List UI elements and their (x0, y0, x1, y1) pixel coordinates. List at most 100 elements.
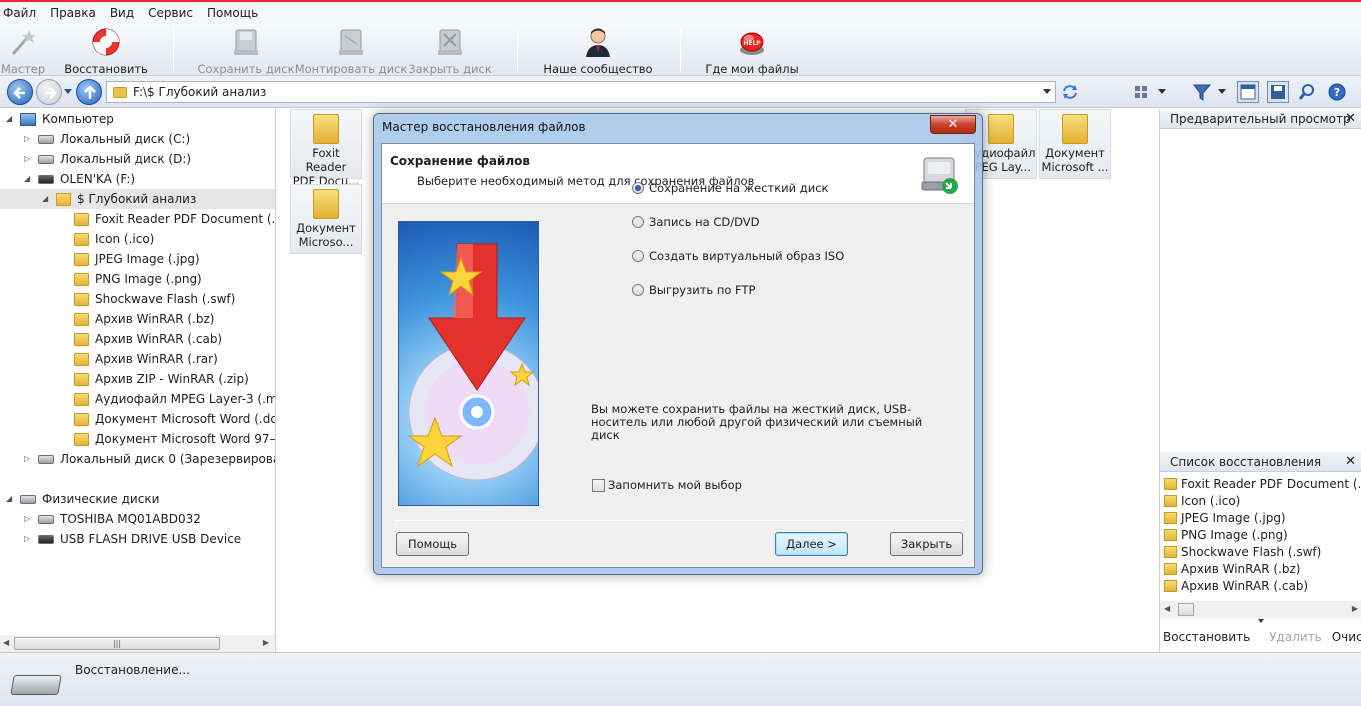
scroll-right-icon[interactable]: ▶ (1352, 604, 1358, 613)
scroll-right-icon[interactable]: ▶ (263, 638, 269, 647)
list-item[interactable]: PNG Image (.png) (1164, 526, 1288, 543)
panel-toggle-icon[interactable] (1237, 81, 1259, 103)
tree-folder[interactable]: Архив ZIP - WinRAR (.zip) (74, 369, 249, 389)
chevron-down-icon[interactable] (1258, 619, 1264, 623)
restore-button[interactable]: Восстановить (64, 24, 148, 76)
delete-link[interactable]: Удалить (1269, 630, 1322, 644)
remember-choice[interactable]: Запомнить мой выбор (592, 478, 742, 492)
drive-icon (38, 134, 54, 144)
tree-folder[interactable]: JPEG Image (.jpg) (74, 249, 200, 269)
save-icon[interactable] (1267, 81, 1289, 103)
menu-service[interactable]: Сервис (144, 6, 197, 20)
scrollbar-thumb[interactable]: ||| (14, 637, 220, 650)
save-disk-button[interactable]: Сохранить диск (197, 24, 295, 76)
address-input[interactable]: F:\$ Глубокий анализ (106, 81, 1056, 103)
restore-link[interactable]: Восстановить (1163, 630, 1250, 644)
option-cd-dvd[interactable]: Запись на CD/DVD (632, 214, 760, 230)
file-tile[interactable]: Документ Microsoft ... (1039, 109, 1111, 179)
tree-folder[interactable]: Архив WinRAR (.rar) (74, 349, 218, 369)
menu-view[interactable]: Вид (106, 6, 138, 20)
search-icon[interactable] (1297, 82, 1317, 102)
menu-file[interactable]: Файл (0, 6, 40, 20)
expand-arrow-icon[interactable]: ▷ (24, 135, 32, 143)
collapse-arrow-icon[interactable]: ◢ (6, 495, 14, 503)
list-item[interactable]: Архив WinRAR (.cab) (1164, 577, 1308, 594)
address-path: F:\$ Глубокий анализ (133, 85, 267, 99)
filter-dropdown-icon[interactable] (1218, 89, 1226, 94)
tree-node-computer[interactable]: ◢ Компьютер (6, 109, 114, 129)
tree-folder[interactable]: Документ Microsoft Word 97–200 (74, 429, 275, 449)
expand-arrow-icon[interactable]: ▷ (24, 455, 32, 463)
close-disk-button[interactable]: Закрыть диск (408, 24, 492, 76)
tree-folder[interactable]: Icon (.ico) (74, 229, 154, 249)
tree-node-toshiba[interactable]: ▷ TOSHIBA MQ01ABD032 (24, 509, 201, 529)
folder-icon (74, 292, 89, 306)
mount-disk-button[interactable]: Монтировать диск (295, 24, 407, 76)
wizard-button[interactable]: Мастер (1, 24, 45, 76)
tree-node-local-d[interactable]: ▷ Локальный диск (D:) (24, 149, 191, 169)
list-item[interactable]: JPEG Image (.jpg) (1164, 509, 1286, 526)
scrollbar-thumb[interactable] (1178, 603, 1194, 616)
option-hard-disk[interactable]: Сохранение на жесткий диск (632, 180, 828, 196)
checkbox[interactable] (592, 478, 605, 492)
menu-edit[interactable]: Правка (46, 6, 100, 20)
expand-arrow-icon[interactable]: ▷ (24, 535, 32, 543)
recovery-list-scrollbar[interactable]: ◀ ▶ (1160, 601, 1361, 618)
tree-node-deep-analysis[interactable]: ◢ $ Глубокий анализ (0, 189, 275, 209)
expand-arrow-icon[interactable]: ▷ (24, 155, 32, 163)
tree-node-local-c[interactable]: ▷ Локальный диск (C:) (24, 129, 190, 149)
view-mode-icon[interactable] (1132, 82, 1152, 102)
chevron-down-icon[interactable] (1043, 89, 1051, 94)
collapse-arrow-icon[interactable]: ◢ (42, 195, 50, 203)
radio-button[interactable] (632, 284, 644, 296)
dialog-close-button[interactable]: ✕ (930, 115, 976, 134)
collapse-arrow-icon[interactable]: ◢ (6, 115, 14, 123)
help-icon[interactable]: ? (1327, 82, 1347, 102)
list-item[interactable]: Архив WinRAR (.bz) (1164, 560, 1300, 577)
collapse-arrow-icon[interactable]: ◢ (24, 175, 32, 183)
option-iso[interactable]: Создать виртуальный образ ISO (632, 248, 844, 264)
tree-folder[interactable]: Аудиофайл MPEG Layer-3 (.mp3) (74, 389, 275, 409)
radio-button[interactable] (632, 182, 644, 194)
tree-folder[interactable]: Архив WinRAR (.bz) (74, 309, 214, 329)
expand-arrow-icon[interactable]: ▷ (24, 515, 32, 523)
community-button[interactable]: Наше сообщество (543, 24, 653, 76)
tree-folder[interactable]: Архив WinRAR (.cab) (74, 329, 222, 349)
next-button[interactable]: Далее > (775, 532, 848, 556)
close-icon[interactable]: ✕ (1345, 109, 1356, 129)
file-tile[interactable]: Документ Microso... (290, 184, 362, 254)
close-button[interactable]: Закрыть (890, 532, 963, 556)
forward-button[interactable] (36, 79, 62, 105)
up-button[interactable] (76, 79, 102, 105)
list-item[interactable]: Shockwave Flash (.swf) (1164, 543, 1321, 560)
scroll-left-icon[interactable]: ◀ (3, 638, 9, 647)
tree-node-physical[interactable]: ◢ Физические диски (6, 489, 159, 509)
history-dropdown-icon[interactable] (64, 89, 72, 94)
tree-folder[interactable]: PNG Image (.png) (74, 269, 202, 289)
folder-icon (56, 192, 71, 206)
tree-horizontal-scrollbar[interactable]: ◀ ||| ▶ (0, 635, 276, 652)
filter-icon[interactable] (1192, 82, 1212, 102)
menu-help[interactable]: Помощь (203, 6, 262, 20)
tree-folder[interactable]: Shockwave Flash (.swf) (74, 289, 235, 309)
tree-node-local-0[interactable]: ▷ Локальный диск 0 (Зарезервировано си (24, 449, 275, 469)
file-tile[interactable]: Foxit Reader PDF Docu... (290, 109, 362, 188)
option-ftp[interactable]: Выгрузить по FTP (632, 282, 755, 298)
radio-button[interactable] (632, 216, 644, 228)
close-icon[interactable]: ✕ (1345, 452, 1356, 472)
radio-button[interactable] (632, 250, 644, 262)
where-files-button[interactable]: HELP Где мои файлы (705, 24, 799, 76)
tree-node-usb[interactable]: ▷ USB FLASH DRIVE USB Device (24, 529, 241, 549)
list-item[interactable]: Foxit Reader PDF Document (.pdf) (1164, 475, 1361, 492)
tree-folder[interactable]: Документ Microsoft Word (.docx) (74, 409, 275, 429)
tree-node-olenka[interactable]: ◢ OLEN'KA (F:) (24, 169, 135, 189)
scroll-left-icon[interactable]: ◀ (1164, 604, 1170, 613)
list-item[interactable]: Icon (.ico) (1164, 492, 1240, 509)
folder-icon (113, 86, 127, 98)
view-dropdown-icon[interactable] (1158, 89, 1166, 94)
tree-folder[interactable]: Foxit Reader PDF Document (.pdf) (74, 209, 275, 229)
help-button[interactable]: Помощь (396, 532, 469, 556)
back-button[interactable] (7, 79, 33, 105)
clear-link[interactable]: Очистить с (1332, 630, 1361, 644)
refresh-icon[interactable] (1060, 82, 1080, 102)
